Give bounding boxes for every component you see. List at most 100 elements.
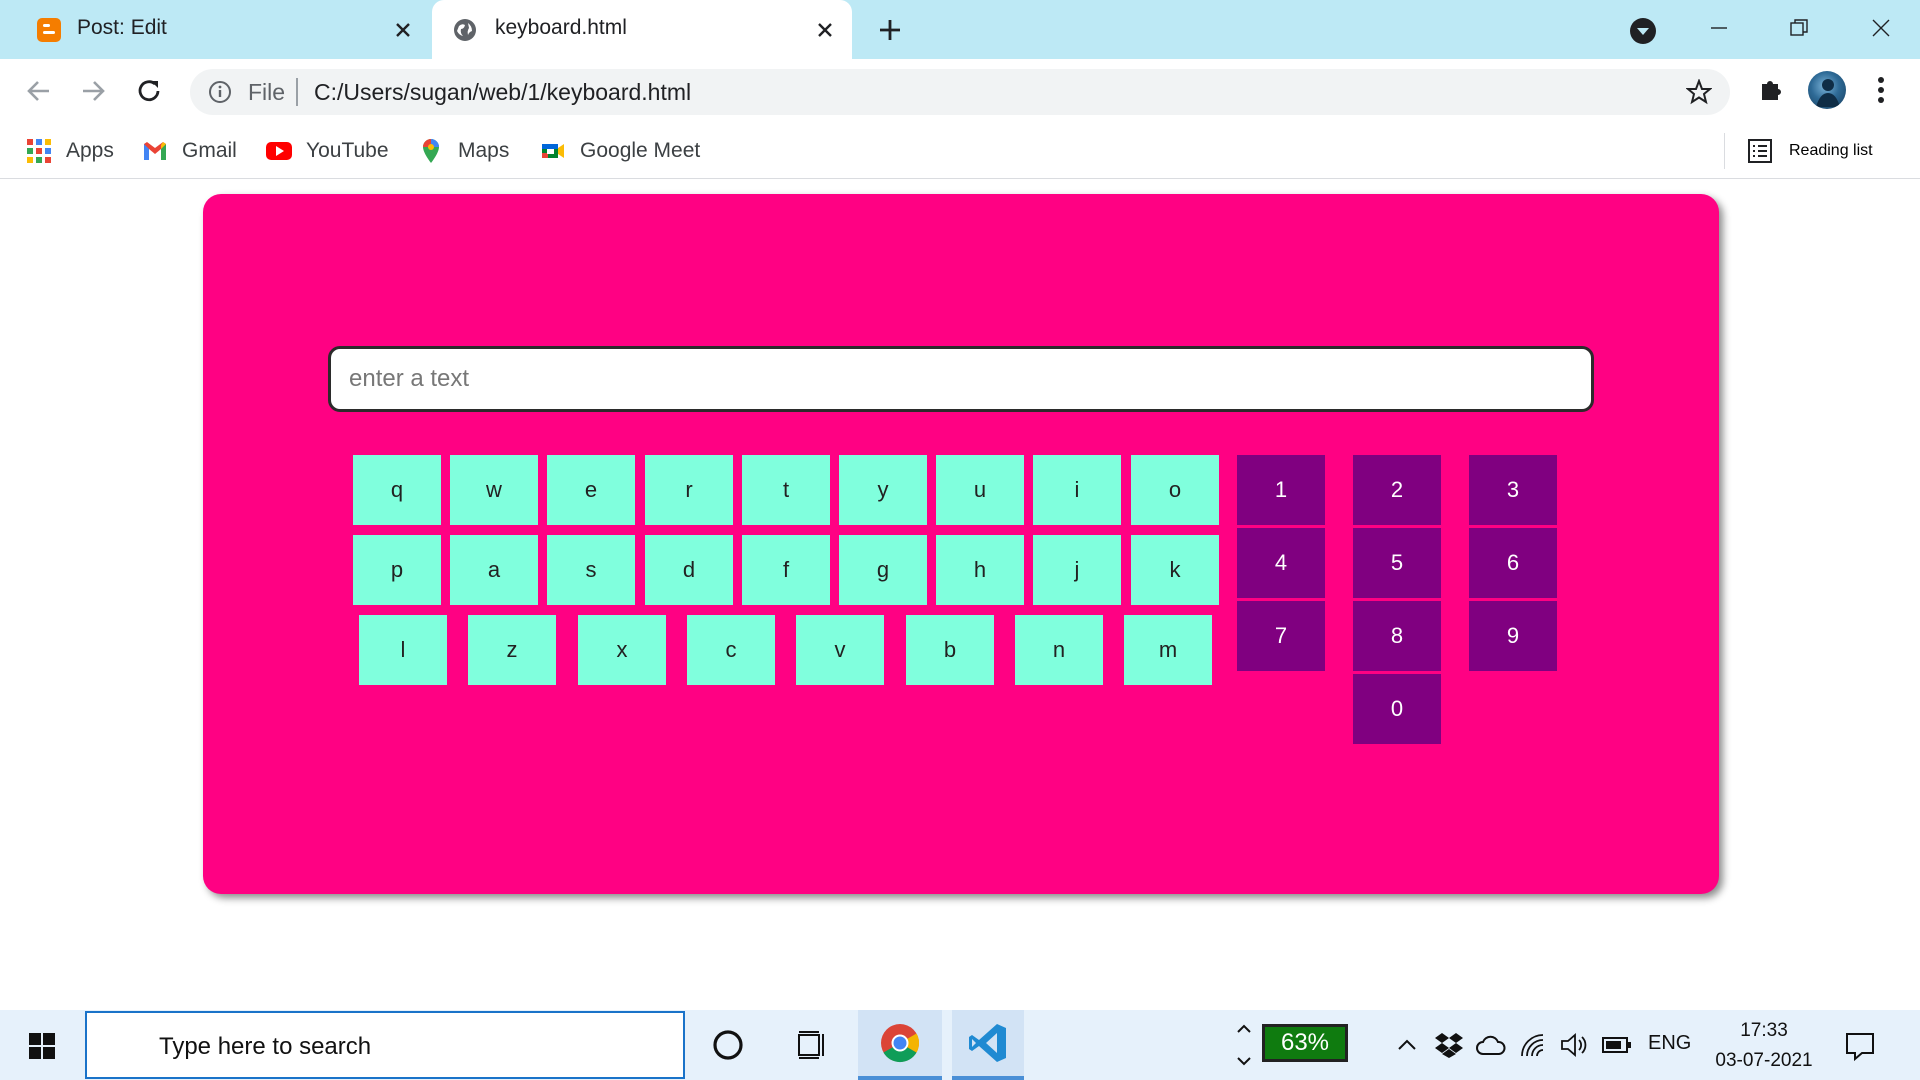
windows-start-icon[interactable] <box>18 1028 66 1064</box>
back-icon[interactable] <box>20 72 58 110</box>
key-r[interactable]: r <box>645 455 733 525</box>
key-m[interactable]: m <box>1124 615 1212 685</box>
bookmark-apps[interactable]: Apps <box>26 133 114 169</box>
key-s[interactable]: s <box>547 535 635 605</box>
profile-avatar[interactable] <box>1808 71 1846 109</box>
tab-keyboard[interactable]: keyboard.html <box>432 0 852 59</box>
bookmark-label: Maps <box>458 139 510 162</box>
reading-list[interactable]: Reading list <box>1724 133 1873 169</box>
vscode-taskbar-icon[interactable] <box>952 1010 1024 1080</box>
volume-icon[interactable] <box>1560 1030 1590 1060</box>
restore-icon[interactable] <box>1774 10 1824 46</box>
bookmark-maps[interactable]: Maps <box>418 133 509 169</box>
apps-grid-icon <box>26 138 52 164</box>
key-v[interactable]: v <box>796 615 884 685</box>
kebab-menu-icon[interactable] <box>1866 73 1896 107</box>
info-icon[interactable] <box>208 80 232 104</box>
num-key-5[interactable]: 5 <box>1353 528 1441 598</box>
num-key-7[interactable]: 7 <box>1237 601 1325 671</box>
maps-icon <box>418 138 444 164</box>
close-window-icon[interactable] <box>1856 10 1906 46</box>
close-tab-icon[interactable] <box>390 17 416 43</box>
taskbar-clock[interactable]: 17:33 03-07-2021 <box>1704 1016 1824 1076</box>
key-l[interactable]: l <box>359 615 447 685</box>
bookmark-star-icon[interactable] <box>1686 79 1712 105</box>
num-key-3[interactable]: 3 <box>1469 455 1557 525</box>
key-z[interactable]: z <box>468 615 556 685</box>
windows-taskbar: Type here to search 63% ENG 17:33 03-07-… <box>0 1010 1920 1080</box>
num-key-0[interactable]: 0 <box>1353 674 1441 744</box>
wifi-icon[interactable] <box>1518 1030 1548 1060</box>
num-key-6[interactable]: 6 <box>1469 528 1557 598</box>
num-key-9[interactable]: 9 <box>1469 601 1557 671</box>
task-view-icon[interactable] <box>770 1010 854 1080</box>
bookmark-label: Gmail <box>182 139 237 162</box>
bookmarks-bar: Apps Gmail YouTube Maps Google Meet Read… <box>0 123 1920 179</box>
key-a[interactable]: a <box>450 535 538 605</box>
key-n[interactable]: n <box>1015 615 1103 685</box>
chrome-taskbar-icon[interactable] <box>858 1010 942 1080</box>
key-c[interactable]: c <box>687 615 775 685</box>
extensions-puzzle-icon[interactable] <box>1756 74 1788 106</box>
url-scheme: File <box>248 79 286 105</box>
key-u[interactable]: u <box>936 455 1024 525</box>
num-key-2[interactable]: 2 <box>1353 455 1441 525</box>
key-k[interactable]: k <box>1131 535 1219 605</box>
key-b[interactable]: b <box>906 615 994 685</box>
key-t[interactable]: t <box>742 455 830 525</box>
key-y[interactable]: y <box>839 455 927 525</box>
address-bar[interactable]: File C:/Users/sugan/web/1/keyboard.html <box>190 69 1730 115</box>
close-tab-icon[interactable] <box>812 17 838 43</box>
num-key-4[interactable]: 4 <box>1237 528 1325 598</box>
browser-toolbar: File C:/Users/sugan/web/1/keyboard.html <box>0 59 1920 123</box>
key-w[interactable]: w <box>450 455 538 525</box>
globe-icon <box>452 17 478 43</box>
tab-title: keyboard.html <box>495 16 627 39</box>
key-p[interactable]: p <box>353 535 441 605</box>
battery-icon[interactable] <box>1602 1030 1632 1060</box>
battery-percent-widget: 63% <box>1262 1024 1348 1062</box>
gmail-icon <box>142 138 168 164</box>
forward-icon[interactable] <box>74 72 112 110</box>
url-text[interactable]: C:/Users/sugan/web/1/keyboard.html <box>314 79 691 106</box>
bookmark-gmail[interactable]: Gmail <box>142 133 237 169</box>
num-key-1[interactable]: 1 <box>1237 455 1325 525</box>
bookmark-label: YouTube <box>306 139 389 162</box>
bookmark-google-meet[interactable]: Google Meet <box>540 133 700 169</box>
reading-list-label: Reading list <box>1789 142 1873 159</box>
key-j[interactable]: j <box>1033 535 1121 605</box>
new-tab-icon[interactable] <box>874 14 906 46</box>
tab-title: Post: Edit <box>77 16 167 39</box>
tab-search-icon[interactable] <box>1628 16 1658 46</box>
reload-icon[interactable] <box>130 72 168 110</box>
tab-strip: Post: Edit keyboard.html <box>0 0 1920 59</box>
key-q[interactable]: q <box>353 455 441 525</box>
key-f[interactable]: f <box>742 535 830 605</box>
num-key-8[interactable]: 8 <box>1353 601 1441 671</box>
input-language[interactable]: ENG <box>1648 1032 1691 1055</box>
page-viewport: qwertyuio pasdfghjk lzxcvbnm 123 456 7890 <box>0 180 1920 1010</box>
onedrive-cloud-icon[interactable] <box>1476 1030 1506 1060</box>
key-x[interactable]: x <box>578 615 666 685</box>
cortana-icon[interactable] <box>686 1010 770 1080</box>
youtube-icon <box>266 138 292 164</box>
key-g[interactable]: g <box>839 535 927 605</box>
notification-center-icon[interactable] <box>1842 1028 1878 1064</box>
meet-icon <box>540 138 566 164</box>
key-i[interactable]: i <box>1033 455 1121 525</box>
key-h[interactable]: h <box>936 535 1024 605</box>
clock-time: 17:33 <box>1740 1020 1788 1041</box>
taskbar-scroll-arrows-icon[interactable] <box>1232 1014 1256 1076</box>
show-hidden-icons-chevron-icon[interactable] <box>1392 1030 1422 1060</box>
dropbox-icon[interactable] <box>1434 1030 1464 1060</box>
minimize-icon[interactable] <box>1694 10 1744 46</box>
key-d[interactable]: d <box>645 535 733 605</box>
taskbar-search-box[interactable]: Type here to search <box>85 1011 685 1079</box>
tab-post-edit[interactable]: Post: Edit <box>0 0 430 59</box>
key-e[interactable]: e <box>547 455 635 525</box>
key-o[interactable]: o <box>1131 455 1219 525</box>
text-input[interactable] <box>328 346 1594 412</box>
bookmark-youtube[interactable]: YouTube <box>266 133 389 169</box>
reading-list-icon <box>1747 138 1773 164</box>
clock-date: 03-07-2021 <box>1715 1050 1813 1071</box>
